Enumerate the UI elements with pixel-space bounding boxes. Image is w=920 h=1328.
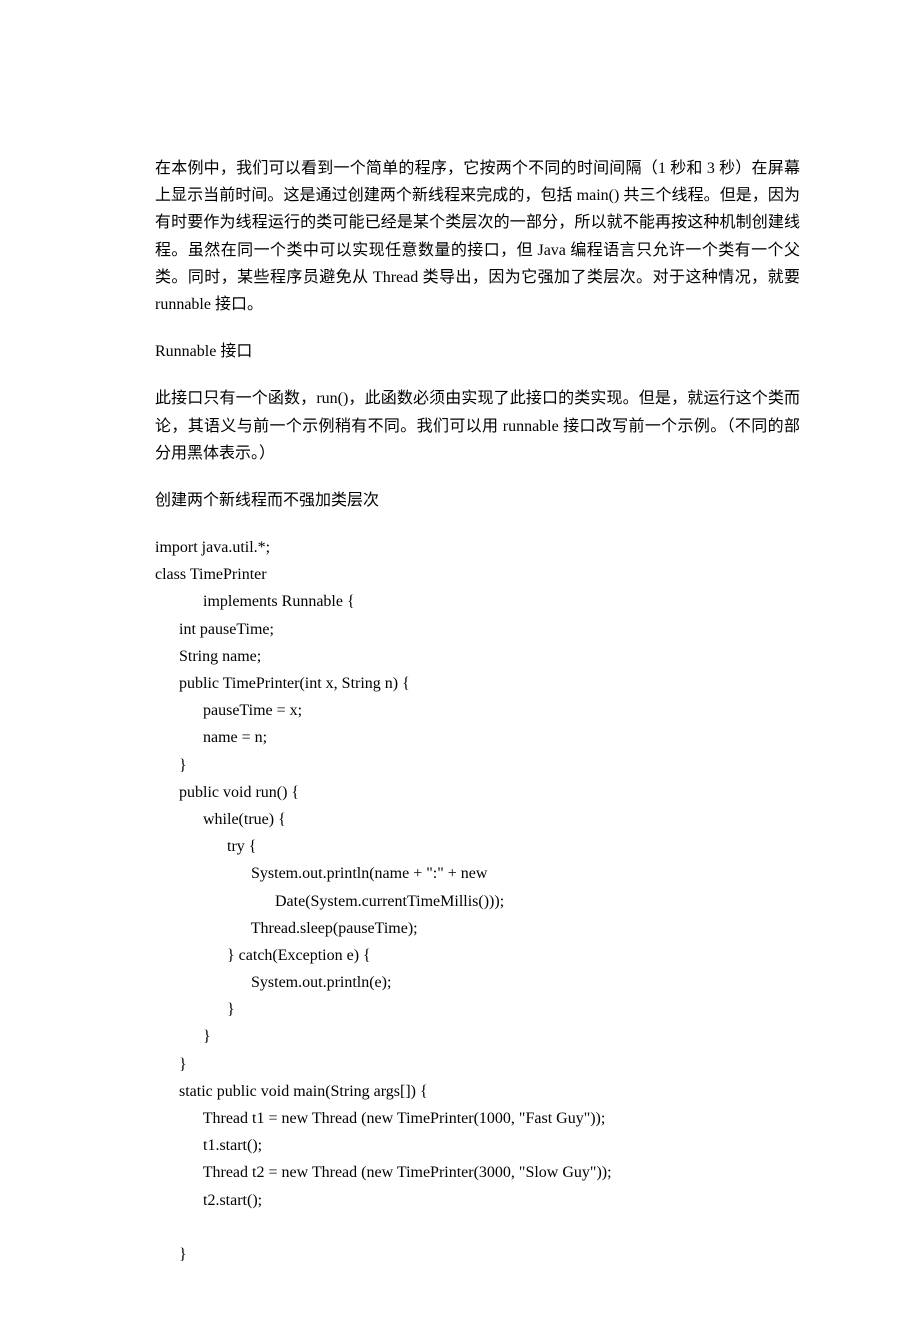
- section-title-runnable: Runnable 接口: [155, 338, 800, 365]
- paragraph-create-threads: 创建两个新线程而不强加类层次: [155, 487, 800, 514]
- paragraph-runnable-desc: 此接口只有一个函数，run()，此函数必须由实现了此接口的类实现。但是，就运行这…: [155, 385, 800, 467]
- code-block: import java.util.*; class TimePrinter im…: [155, 534, 800, 1268]
- paragraph-intro: 在本例中，我们可以看到一个简单的程序，它按两个不同的时间间隔（1 秒和 3 秒）…: [155, 155, 800, 318]
